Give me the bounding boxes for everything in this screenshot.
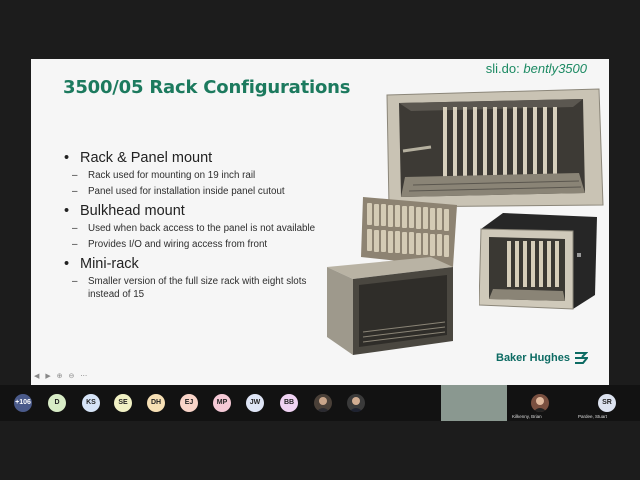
participant-avatar[interactable]: MP (213, 394, 231, 412)
video-tile-participant[interactable]: Kilkenny, Brian (510, 385, 570, 421)
participant-photo-avatar (531, 394, 549, 412)
more-participants-badge[interactable]: +106 (14, 394, 32, 412)
slide-title: 3500/05 Rack Configurations (63, 77, 351, 98)
video-tile-blank[interactable] (441, 385, 507, 421)
bullet-bulkhead: Bulkhead mount (64, 202, 324, 220)
participant-photo-avatar[interactable] (347, 394, 365, 412)
participant-avatar[interactable]: SE (114, 394, 132, 412)
participant-avatar[interactable]: BB (280, 394, 298, 412)
sub-bullet: Used when back access to the panel is no… (64, 223, 324, 236)
sub-bullet: Provides I/O and wiring access from fron… (64, 239, 324, 252)
participant-avatar[interactable]: DH (147, 394, 165, 412)
participant-avatar[interactable]: D (48, 394, 66, 412)
participant-avatar[interactable]: JW (246, 394, 264, 412)
baker-hughes-logo: Baker Hughes (496, 352, 588, 364)
slido-handle: bently3500 (523, 61, 587, 76)
bulkhead-rack-image (327, 197, 457, 355)
bullet-list: Rack & Panel mount Rack used for mountin… (64, 145, 324, 301)
bullet-rack-panel: Rack & Panel mount (64, 149, 324, 167)
presentation-slide: sli.do: bently3500 3500/05 Rack Configur… (31, 59, 609, 385)
slido-prefix: sli.do: (485, 61, 520, 76)
video-tile-name: Pardee, Stuart (578, 414, 608, 419)
participant-strip: +106 D KS SE DH EJ MP JW BB Kilkenny, Br… (0, 385, 640, 421)
participant-photo-avatar[interactable] (314, 394, 332, 412)
sub-bullet: Rack used for mounting on 19 inch rail (64, 170, 324, 183)
bullet-mini-rack: Mini-rack (64, 255, 324, 273)
slido-code: sli.do: bently3500 (486, 61, 587, 76)
rack-panel-image (386, 88, 604, 208)
sub-bullet: Panel used for installation inside panel… (64, 186, 324, 199)
logo-text: Baker Hughes (496, 352, 570, 364)
baker-hughes-mark-icon (574, 352, 588, 364)
video-tile-name: Kilkenny, Brian (512, 414, 542, 419)
participant-avatar[interactable]: KS (82, 394, 100, 412)
participant-avatar: SR (598, 394, 616, 412)
sub-bullet: Smaller version of the full size rack wi… (64, 276, 324, 301)
participant-avatar[interactable]: EJ (180, 394, 198, 412)
mini-rack-image (479, 213, 597, 310)
slide-nav-controls[interactable]: ◀ ▶ ⊕ ⊖ ⋯ (34, 372, 89, 380)
video-tile-participant[interactable]: SR Pardee, Stuart (574, 385, 640, 421)
